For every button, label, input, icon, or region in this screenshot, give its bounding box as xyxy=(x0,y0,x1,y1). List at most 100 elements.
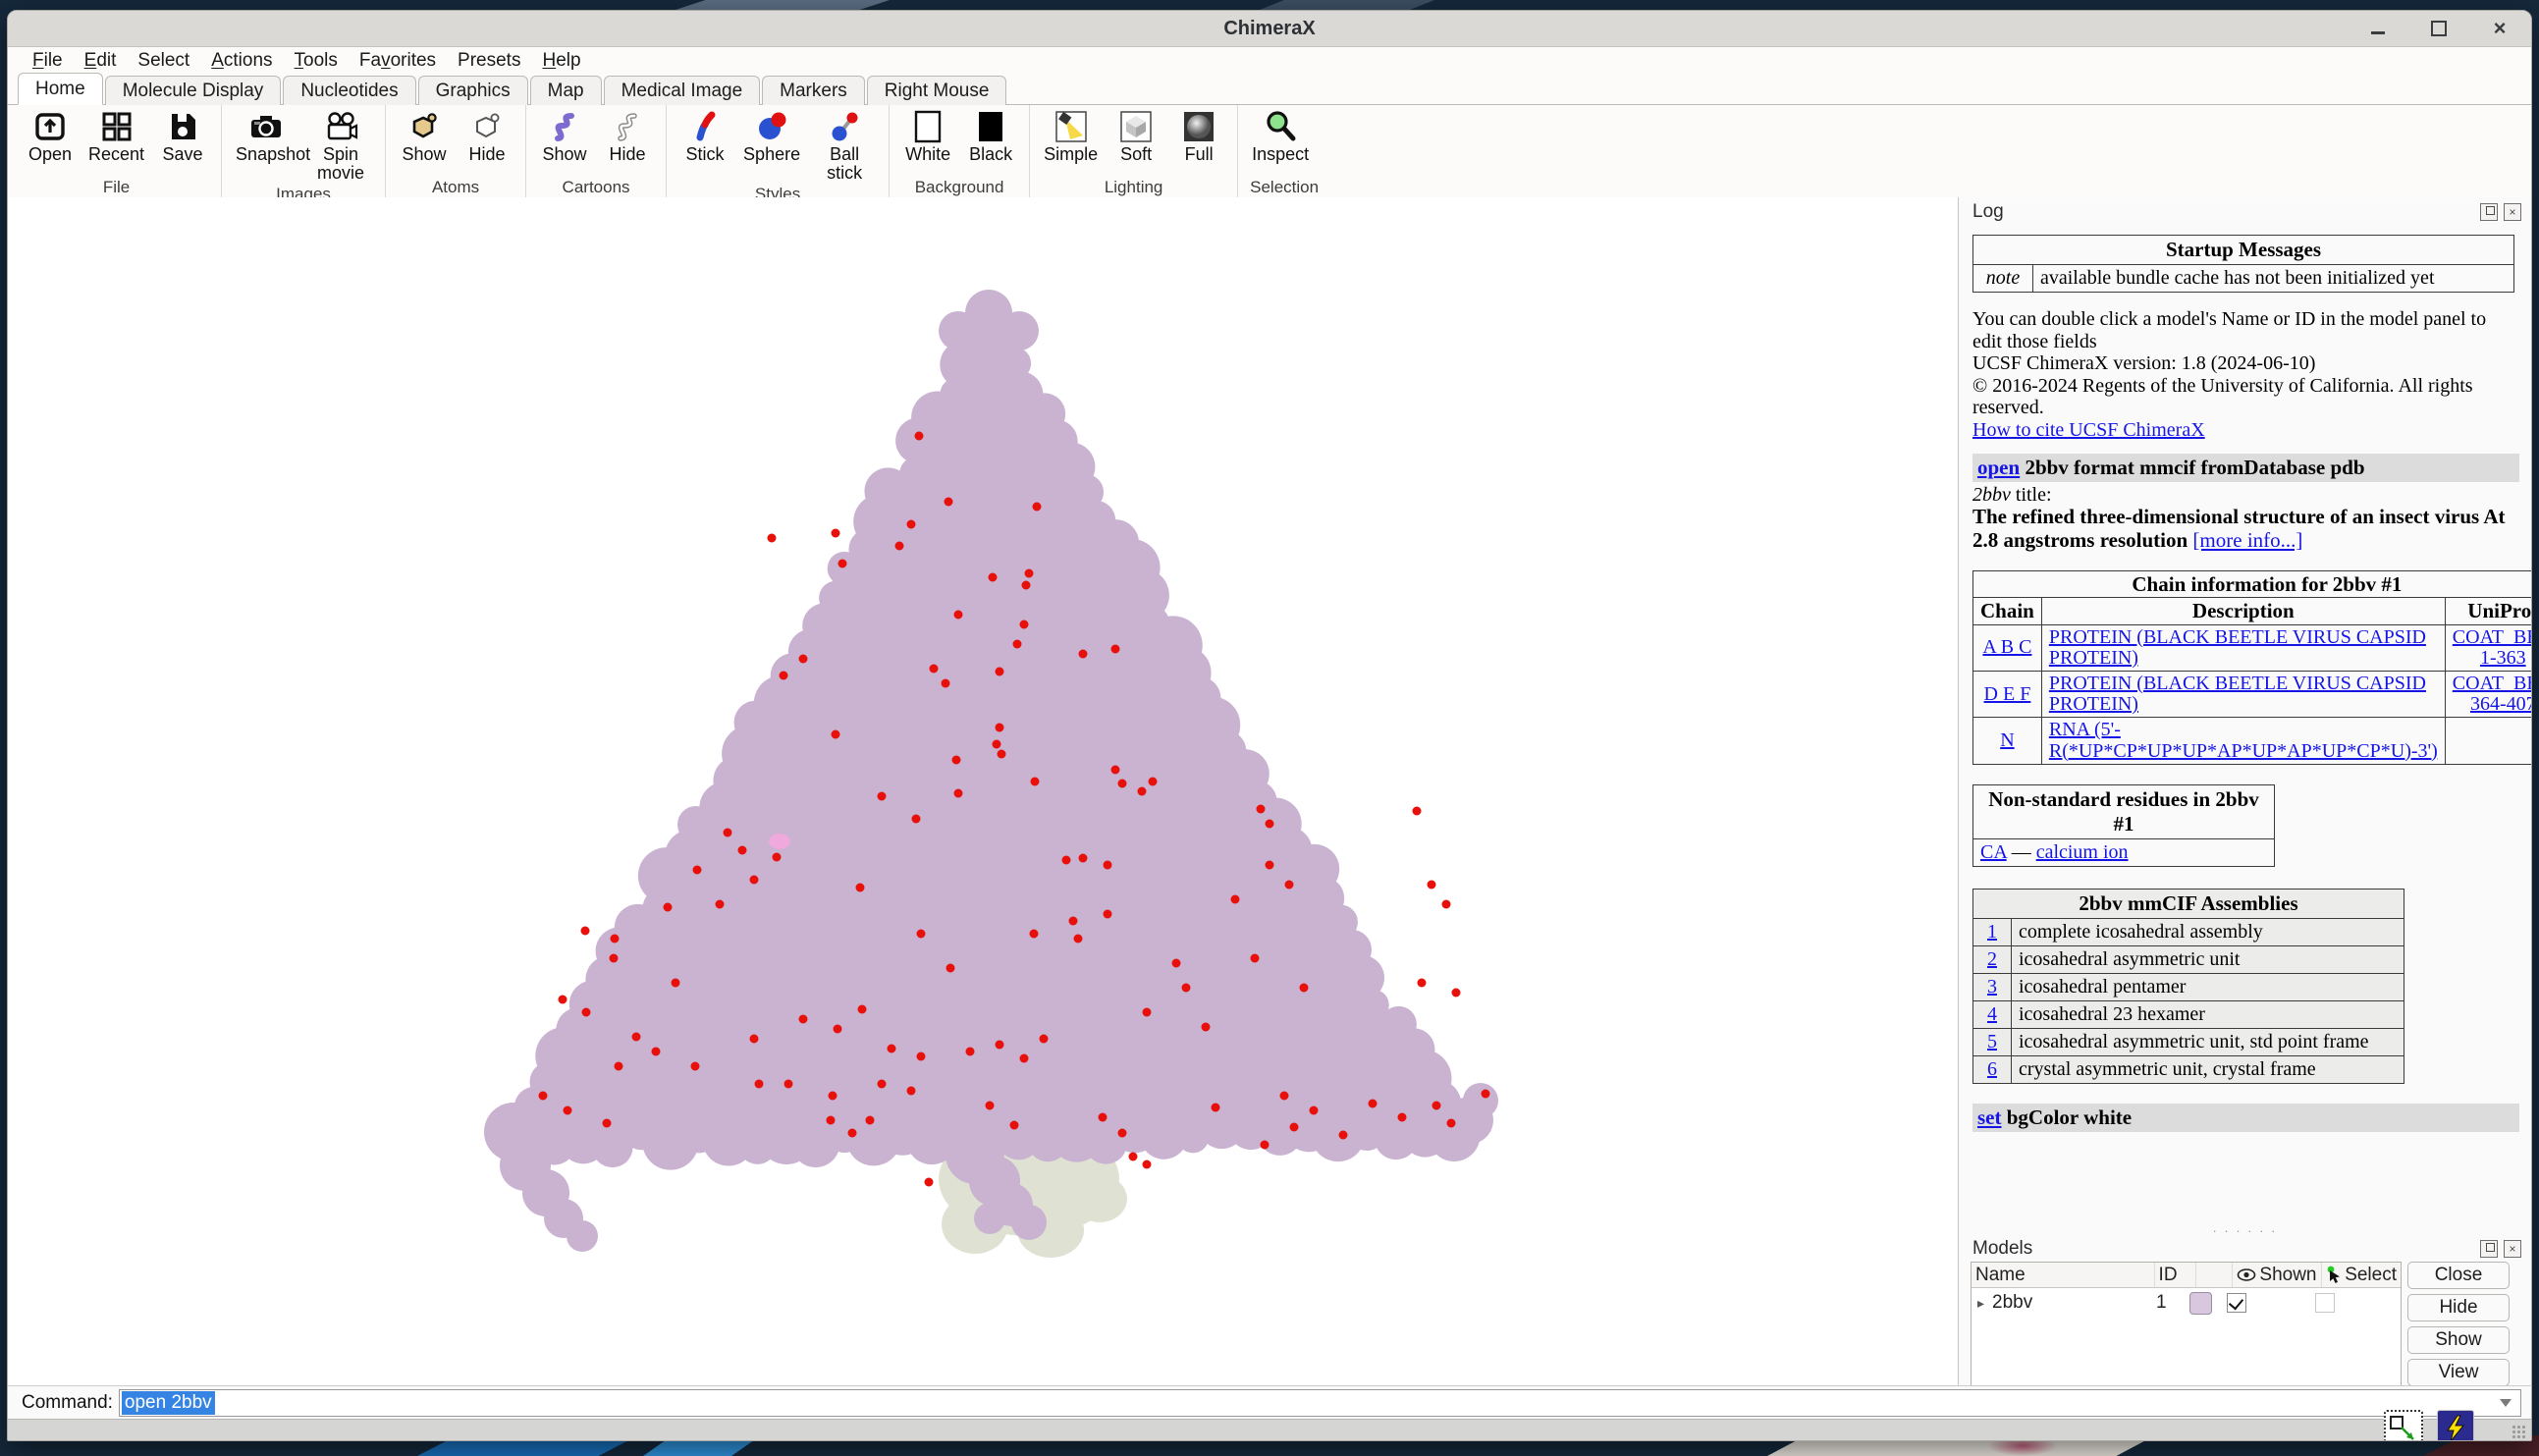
log-intro: You can double click a model's Name or I… xyxy=(1972,308,2519,442)
calcium-ion-link[interactable]: calcium ion xyxy=(2036,841,2129,863)
white-bg-button[interactable]: White xyxy=(901,107,954,165)
stick-button[interactable]: Stick xyxy=(678,107,731,165)
tab-right-mouse[interactable]: Right Mouse xyxy=(867,76,1007,105)
title-bar[interactable]: ChimeraX × xyxy=(8,11,2531,47)
rapid-access-icon[interactable] xyxy=(2437,1410,2474,1441)
shown-checkbox[interactable] xyxy=(2227,1293,2246,1313)
chain-links[interactable]: A B C xyxy=(1982,636,2031,658)
snapshot-button[interactable]: Snapshot xyxy=(234,107,298,165)
assembly-link[interactable]: 6 xyxy=(1987,1058,1997,1080)
resize-grip[interactable] xyxy=(2512,1425,2525,1438)
tab-map[interactable]: Map xyxy=(530,76,602,105)
open-button[interactable]: Open xyxy=(24,107,77,165)
chain-description-link[interactable]: PROTEIN (BLACK BEETLE VIRUS CAPSID PROTE… xyxy=(2049,626,2426,669)
menu-select[interactable]: Select xyxy=(127,50,200,72)
sphere-button[interactable]: Sphere xyxy=(741,107,802,165)
chimerax-window: ChimeraX × File Edit Select Actions Tool… xyxy=(7,10,2532,1441)
uniprot-link[interactable]: COAT_BBV 364-407 xyxy=(2453,673,2531,715)
models-view-button[interactable]: View xyxy=(2407,1359,2510,1385)
window-title: ChimeraX xyxy=(1223,18,1315,40)
resize-graphics-icon[interactable] xyxy=(2384,1410,2423,1441)
models-close-button[interactable]: Close xyxy=(2407,1262,2510,1289)
cartoons-hide-button[interactable]: Hide xyxy=(601,107,654,165)
models-hide-button[interactable]: Hide xyxy=(2407,1294,2510,1321)
tab-molecule-display[interactable]: Molecule Display xyxy=(105,76,282,105)
more-info-link[interactable]: [more info...] xyxy=(2192,528,2302,552)
tab-home[interactable]: Home xyxy=(18,73,103,105)
chain-links[interactable]: D E F xyxy=(1984,683,2031,705)
recent-button[interactable]: Recent xyxy=(86,107,146,165)
models-col-shown[interactable]: Shown xyxy=(2233,1263,2322,1287)
log-open-command: open 2bbv format mmcif fromDatabase pdb xyxy=(1972,454,2519,482)
save-button[interactable]: Save xyxy=(156,107,209,165)
models-buttons: Close Hide Show View Info xyxy=(2407,1262,2510,1385)
command-input[interactable]: open 2bbv xyxy=(119,1389,2521,1417)
menu-tools[interactable]: Tools xyxy=(284,50,349,72)
close-panel-icon[interactable]: × xyxy=(2504,1240,2521,1258)
model-id[interactable]: 1 xyxy=(2156,1292,2189,1314)
menu-presets[interactable]: Presets xyxy=(447,50,531,72)
chain-info-table: Chain information for 2bbv #1 Chain Desc… xyxy=(1972,570,2531,765)
models-show-button[interactable]: Show xyxy=(2407,1326,2510,1354)
menu-help[interactable]: Help xyxy=(531,50,591,72)
assembly-link[interactable]: 1 xyxy=(1987,921,1997,943)
model-row-2bbv[interactable]: ▸ 2bbv 1 xyxy=(1972,1288,2401,1318)
wallpaper-shape xyxy=(1260,0,1434,10)
minimize-button[interactable] xyxy=(2370,21,2386,36)
residue-ca-link[interactable]: CA xyxy=(1980,841,2007,863)
atoms-hide-button[interactable]: Hide xyxy=(460,107,513,165)
cartoons-show-icon xyxy=(546,108,583,145)
white-bg-icon xyxy=(909,108,946,145)
full-lighting-button[interactable]: Full xyxy=(1172,107,1225,165)
chain-links[interactable]: N xyxy=(2000,729,2014,751)
graphics-viewport[interactable] xyxy=(8,197,1959,1385)
menu-actions[interactable]: Actions xyxy=(200,50,283,72)
models-col-id[interactable]: ID xyxy=(2155,1263,2197,1287)
tab-nucleotides[interactable]: Nucleotides xyxy=(283,76,415,105)
chain-description-link[interactable]: PROTEIN (BLACK BEETLE VIRUS CAPSID PROTE… xyxy=(2049,673,2426,715)
model-color-swatch[interactable] xyxy=(2189,1292,2212,1315)
panel-splitter[interactable]: · · · · · · xyxy=(1959,1224,2531,1236)
status-bar xyxy=(8,1419,2531,1441)
assembly-link[interactable]: 5 xyxy=(1987,1031,1997,1052)
inspect-button[interactable]: Inspect xyxy=(1250,107,1311,165)
models-col-select[interactable]: Select xyxy=(2322,1263,2401,1287)
spin-movie-button[interactable]: Spin movie xyxy=(308,107,373,184)
maximize-button[interactable] xyxy=(2431,21,2447,36)
undock-icon[interactable] xyxy=(2480,203,2498,221)
tab-markers[interactable]: Markers xyxy=(762,76,865,105)
assembly-link[interactable]: 3 xyxy=(1987,976,1997,998)
set-command-link[interactable]: set xyxy=(1977,1105,2002,1129)
startup-messages-table: Startup Messages note available bundle c… xyxy=(1972,235,2514,293)
menu-edit[interactable]: Edit xyxy=(74,50,128,72)
simple-lighting-button[interactable]: Simple xyxy=(1042,107,1100,165)
models-col-name[interactable]: Name xyxy=(1972,1263,2155,1287)
models-panel-title: Models xyxy=(1972,1238,2480,1260)
atoms-show-button[interactable]: Show xyxy=(398,107,451,165)
open-command-link[interactable]: open xyxy=(1977,456,2020,479)
tab-medical-image[interactable]: Medical Image xyxy=(604,76,761,105)
close-panel-icon[interactable]: × xyxy=(2504,203,2521,221)
expand-arrow-icon[interactable]: ▸ xyxy=(1977,1295,1984,1312)
chain-description-link[interactable]: RNA (5'-R(*UP*CP*UP*UP*AP*UP*AP*UP*CP*U)… xyxy=(2049,719,2438,761)
log-content[interactable]: Startup Messages note available bundle c… xyxy=(1959,225,2531,1224)
tab-graphics[interactable]: Graphics xyxy=(418,76,528,105)
full-lighting-icon xyxy=(1180,108,1217,145)
assembly-link[interactable]: 2 xyxy=(1987,948,1997,970)
ball-stick-button[interactable]: Ball stick xyxy=(812,107,877,184)
command-history-dropdown[interactable] xyxy=(2491,1390,2520,1416)
close-button[interactable]: × xyxy=(2492,21,2508,36)
soft-lighting-button[interactable]: Soft xyxy=(1109,107,1162,165)
menu-favorites[interactable]: Favorites xyxy=(349,50,447,72)
black-bg-button[interactable]: Black xyxy=(964,107,1017,165)
menu-file[interactable]: File xyxy=(22,50,74,72)
structure-title-line: 2bbv title: The refined three-dimensiona… xyxy=(1972,484,2519,554)
cite-link[interactable]: How to cite UCSF ChimeraX xyxy=(1972,419,2205,441)
uniprot-link[interactable]: COAT_BBV 1-363 xyxy=(2453,626,2531,669)
model-name[interactable]: 2bbv xyxy=(1992,1292,2032,1314)
cartoons-show-button[interactable]: Show xyxy=(538,107,591,165)
select-checkbox[interactable] xyxy=(2315,1293,2335,1313)
undock-icon[interactable] xyxy=(2480,1240,2498,1258)
assembly-link[interactable]: 4 xyxy=(1987,1003,1997,1025)
home-toolbar: Open Recent Save File xyxy=(8,105,2531,199)
